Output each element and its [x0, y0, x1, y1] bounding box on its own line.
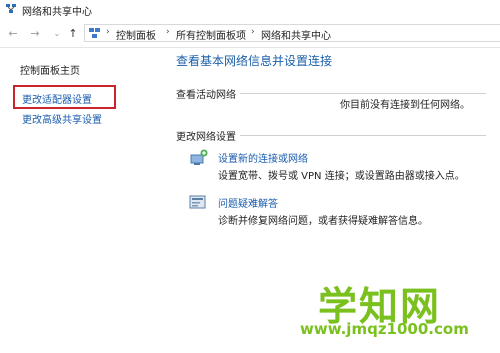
control-panel-icon [89, 28, 100, 38]
sidebar-item-change-adapter[interactable]: 更改适配器设置 [22, 91, 92, 106]
window-title: 网络和共享中心 [22, 7, 92, 18]
breadcrumb-separator: › [106, 27, 110, 37]
new-connection-link[interactable]: 设置新的连接或网络 [218, 150, 308, 165]
forward-arrow-icon[interactable]: → [28, 27, 42, 41]
watermark-url: www.jmqz1000.com [300, 320, 469, 338]
breadcrumb-separator: › [251, 27, 255, 37]
troubleshoot-icon [189, 195, 206, 209]
breadcrumb-separator: › [166, 27, 170, 37]
troubleshoot-description: 诊断并修复网络问题，或者获得疑难解答信息。 [218, 216, 428, 227]
page-title: 查看基本网络信息并设置连接 [176, 54, 333, 68]
breadcrumb-network-center[interactable]: 网络和共享中心 [261, 27, 331, 42]
new-connection-description: 设置宽带、拨号或 VPN 连接；或设置路由器或接入点。 [218, 171, 465, 182]
active-networks-label: 查看活动网络 [176, 90, 236, 101]
section-divider [240, 135, 486, 136]
breadcrumb-all-items[interactable]: 所有控制面板项 [176, 27, 246, 42]
back-arrow-icon[interactable]: ← [6, 27, 20, 41]
section-divider [240, 93, 486, 94]
sidebar-item-advanced-sharing[interactable]: 更改高级共享设置 [22, 111, 102, 126]
breadcrumb-control-panel[interactable]: 控制面板 [116, 27, 156, 42]
chevron-down-icon[interactable]: ⌄ [50, 27, 64, 41]
connection-status: 你目前没有连接到任何网络。 [340, 100, 470, 111]
network-center-icon [6, 4, 16, 13]
up-arrow-icon[interactable]: ↑ [66, 27, 80, 41]
new-connection-icon [190, 149, 208, 165]
change-settings-label: 更改网络设置 [176, 132, 236, 143]
divider [0, 47, 500, 48]
troubleshoot-link[interactable]: 问题疑难解答 [218, 195, 278, 210]
sidebar-home-link[interactable]: 控制面板主页 [20, 62, 80, 77]
